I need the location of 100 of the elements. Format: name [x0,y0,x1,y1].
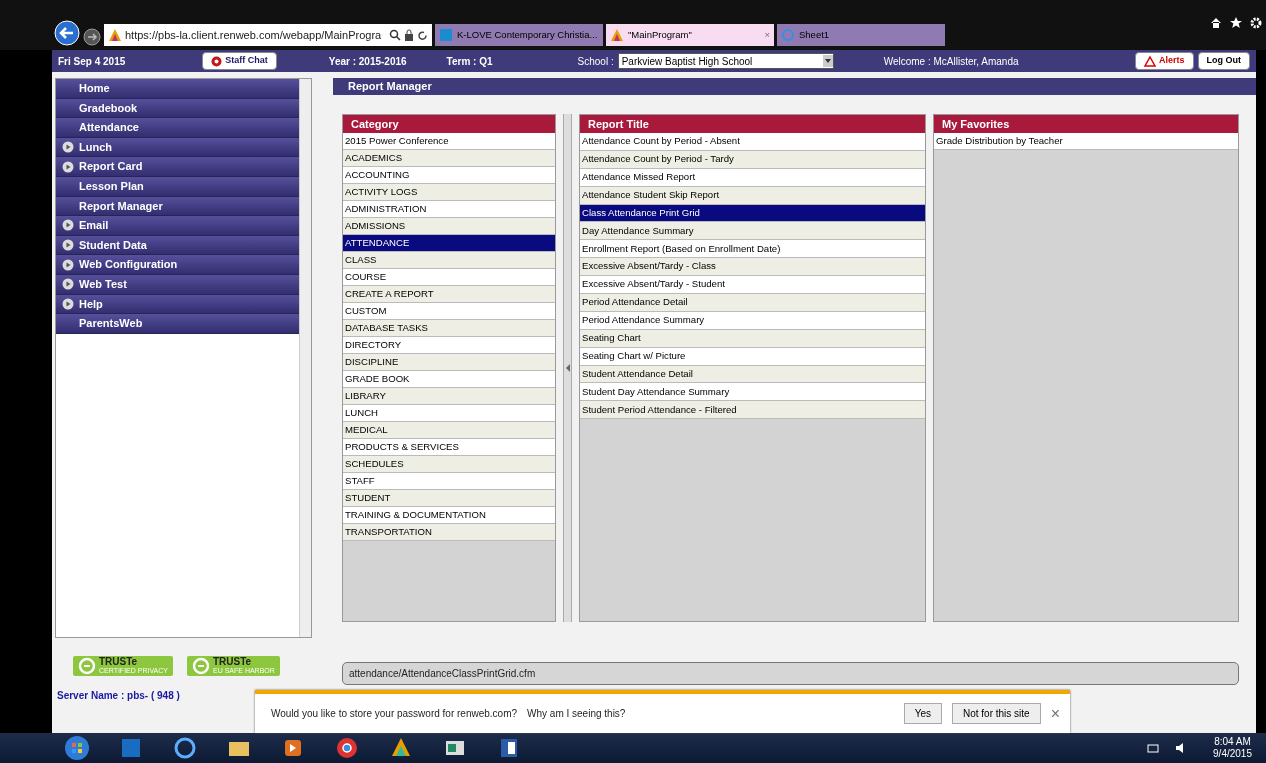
sidebar-item[interactable]: Lesson Plan [56,176,299,197]
chat-icon [211,55,223,67]
address-text: https://pbs-la.client.renweb.com/webapp/MainProgra [125,27,383,43]
tab-icon [439,28,453,42]
tab-icon [610,28,624,42]
play-icon [62,141,74,154]
list-item[interactable]: Grade Distribution by Teacher [934,133,1238,150]
list-item[interactable]: Student Day Attendance Summary [580,383,925,402]
list-item[interactable]: Excessive Absent/Tardy - Student [580,276,925,294]
list-item[interactable]: CREATE A REPORT [343,286,555,303]
list-item[interactable]: Student Period Attendance - Filtered [580,401,925,420]
list-item[interactable]: Excessive Absent/Tardy - Class [580,258,925,277]
play-icon [62,219,74,232]
dropdown-icon [822,55,833,67]
school-label: School : [577,54,614,69]
seal-icon [78,657,96,675]
back-icon[interactable] [54,20,80,46]
welcome-text: Welcome : McAllister, Amanda [883,54,1019,69]
list-item[interactable]: DISCIPLINE [343,354,555,371]
sidebar-item[interactable]: Gradebook [56,98,299,119]
logout-button[interactable]: Log Out [1197,52,1250,70]
browser-tab[interactable]: K-LOVE Contemporary Christia... [435,24,603,46]
collapse-icon [565,364,570,372]
browser-tab[interactable]: Sheet1 [777,24,945,46]
sidebar-item[interactable]: Web Test [56,274,299,295]
sidebar-item[interactable]: Email [56,216,299,236]
list-item[interactable]: GRADE BOOK [343,371,555,388]
seal-icon [192,657,210,675]
home-icon[interactable] [1210,17,1222,29]
forward-icon[interactable] [83,28,101,46]
list-item[interactable]: ACCOUNTING [343,167,555,184]
list-item[interactable]: 2015 Power Conference [343,133,555,150]
help-link[interactable]: Why am I seeing this? [527,706,626,721]
splitter-handle[interactable] [563,114,572,622]
warning-icon [1144,55,1156,67]
play-icon [62,239,74,252]
list-item[interactable]: PRODUCTS & SERVICES [343,439,555,456]
year-text: Year : 2015-2016 [328,54,407,69]
list-item[interactable]: LUNCH [343,405,555,422]
prompt-button[interactable]: Not for this site [951,703,1041,724]
lock-icon [404,29,414,41]
settings-icon[interactable] [1250,17,1262,29]
list-item[interactable]: Day Attendance Summary [580,222,925,241]
play-icon [62,160,74,173]
sidebar-item[interactable]: ParentsWeb [56,314,299,334]
column-header: My Favorites [934,115,1238,133]
list-item[interactable]: ACTIVITY LOGS [343,184,555,201]
list-item[interactable]: CUSTOM [343,303,555,320]
list-item[interactable]: DIRECTORY [343,337,555,354]
sidebar-item[interactable]: Attendance [56,118,299,138]
sidebar-item[interactable]: Report Card [56,157,299,177]
sidebar-item[interactable]: Lunch [56,137,299,158]
list-item[interactable]: COURSE [343,269,555,286]
site-icon [108,28,122,42]
start-icon[interactable] [64,735,90,761]
list-item[interactable]: MEDICAL [343,422,555,439]
close-icon[interactable]: × [764,27,770,43]
date-text: Fri Sep 4 2015 [58,54,126,69]
panel-title: Report Manager [333,78,1256,95]
clock-time: 8:04 AM [1213,736,1252,748]
sidebar-item[interactable]: Report Manager [56,196,299,217]
list-item[interactable]: DATABASE TASKS [343,320,555,337]
list-item[interactable]: Period Attendance Detail [580,294,925,312]
column-header: Report Title [580,115,925,133]
address-bar[interactable]: https://pbs-la.client.renweb.com/webapp/MainProgra [104,24,432,46]
list-item[interactable]: ADMINISTRATION [343,201,555,218]
clock-date: 9/4/2015 [1213,748,1252,760]
play-icon [62,258,74,271]
alerts-button[interactable]: Alerts [1135,52,1194,70]
star-icon[interactable] [1230,17,1242,29]
column-header: Category [343,115,555,133]
list-item[interactable]: TRAINING & DOCUMENTATION [343,507,555,524]
list-item[interactable]: ACADEMICS [343,150,555,167]
list-item[interactable]: SCHEDULES [343,456,555,473]
list-item[interactable]: TRANSPORTATION [343,524,555,541]
list-item[interactable]: Enrollment Report (Based on Enrollment Date) [580,240,925,259]
play-icon [62,278,74,291]
staff-chat-button[interactable]: Staff Chat [202,52,277,70]
list-item[interactable]: LIBRARY [343,388,555,405]
sidebar-item[interactable]: Student Data [56,235,299,256]
scrollbar[interactable] [299,79,311,637]
list-item[interactable]: Attendance Count by Period - Absent [580,133,925,151]
path-field[interactable]: attendance/AttendanceClassPrintGrid.cfm [342,662,1239,685]
search-icon[interactable] [389,29,401,41]
list-item[interactable]: ADMISSIONS [343,218,555,235]
refresh-icon[interactable] [417,29,428,41]
list-item[interactable]: STAFF [343,473,555,490]
list-item[interactable]: ATTENDANCE [343,235,555,252]
prompt-text: Would you like to store your password for renweb.com? [271,707,518,721]
close-icon[interactable]: × [1050,701,1060,726]
browser-tab[interactable]: "MainProgram" × [606,24,774,46]
list-item[interactable]: CLASS [343,252,555,269]
sidebar-item[interactable]: Help [56,294,299,315]
prompt-button[interactable]: Yes [903,703,942,724]
list-item[interactable]: STUDENT [343,490,555,507]
server-name: Server Name : pbs- ( 948 ) [56,689,181,703]
sidebar-item[interactable]: Web Configuration [56,255,299,275]
tab-icon [781,28,795,42]
sidebar-item[interactable]: Home [56,79,299,99]
school-select[interactable]: Parkview Baptist High School [617,53,834,69]
